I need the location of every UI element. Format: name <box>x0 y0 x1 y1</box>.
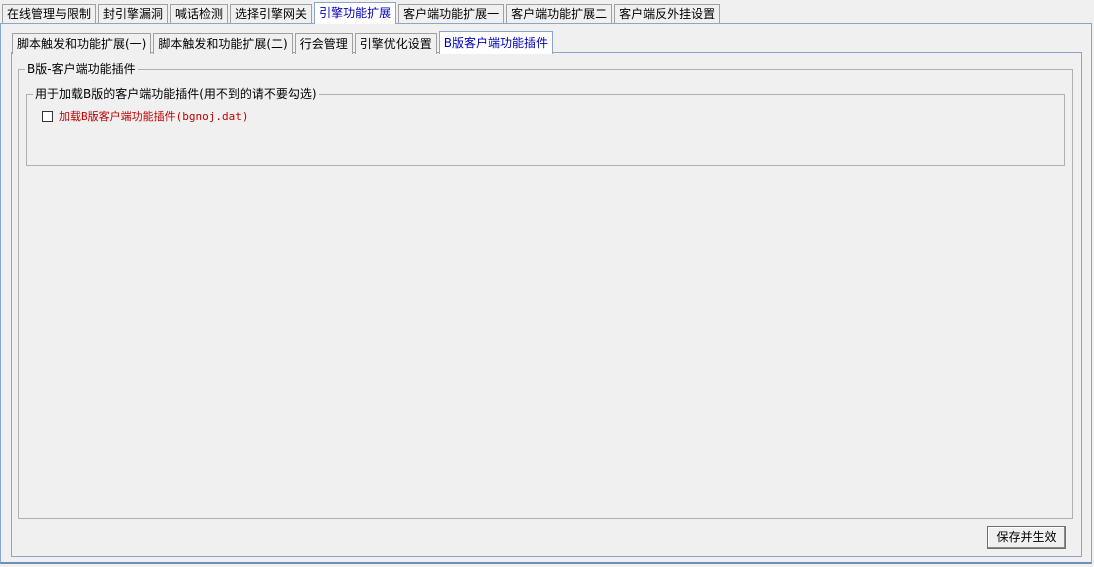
tab-b-client-plugins[interactable]: B版客户端功能插件 <box>438 31 554 54</box>
load-plugin-group: 用于加载B版的客户端功能插件(用不到的请不要勾选) <box>26 87 1065 166</box>
group-legend: 用于加载B版的客户端功能插件(用不到的请不要勾选) <box>33 87 319 101</box>
tab-chat-detection[interactable]: 喊话检测 <box>170 4 229 23</box>
tab-client-extensions-2[interactable]: 客户端功能扩展二 <box>506 4 613 23</box>
load-plugin-option[interactable]: 加载B版客户端功能插件(bgnoj.dat) <box>42 108 248 124</box>
sub-tab-bar: 脚本触发和功能扩展(一) 脚本触发和功能扩展(二) 行会管理 引擎优化设置 B版… <box>12 31 555 54</box>
tab-block-engine-exploits[interactable]: 封引擎漏洞 <box>98 4 169 23</box>
tab-engine-extensions[interactable]: 引擎功能扩展 <box>314 2 397 24</box>
tab-guild-management[interactable]: 行会管理 <box>294 33 353 54</box>
save-and-apply-button[interactable]: 保存并生效 <box>987 526 1066 549</box>
top-tab-bar: 在线管理与限制 封引擎漏洞 喊话检测 选择引擎网关 引擎功能扩展 客户端功能扩展… <box>2 2 722 24</box>
tab-online-management[interactable]: 在线管理与限制 <box>2 4 97 23</box>
tab-script-trigger-2[interactable]: 脚本触发和功能扩展(二) <box>153 33 293 54</box>
tab-engine-optimization[interactable]: 引擎优化设置 <box>354 33 437 54</box>
load-plugin-label: 加载B版客户端功能插件(bgnoj.dat) <box>59 110 249 123</box>
group-legend: B版-客户端功能插件 <box>25 62 138 76</box>
tab-client-anti-cheat[interactable]: 客户端反外挂设置 <box>614 4 721 23</box>
load-plugin-checkbox[interactable] <box>42 110 53 122</box>
tab-script-trigger-1[interactable]: 脚本触发和功能扩展(一) <box>12 33 152 54</box>
tab-client-extensions-1[interactable]: 客户端功能扩展一 <box>398 4 505 23</box>
tab-select-engine-gateway[interactable]: 选择引擎网关 <box>230 4 313 23</box>
